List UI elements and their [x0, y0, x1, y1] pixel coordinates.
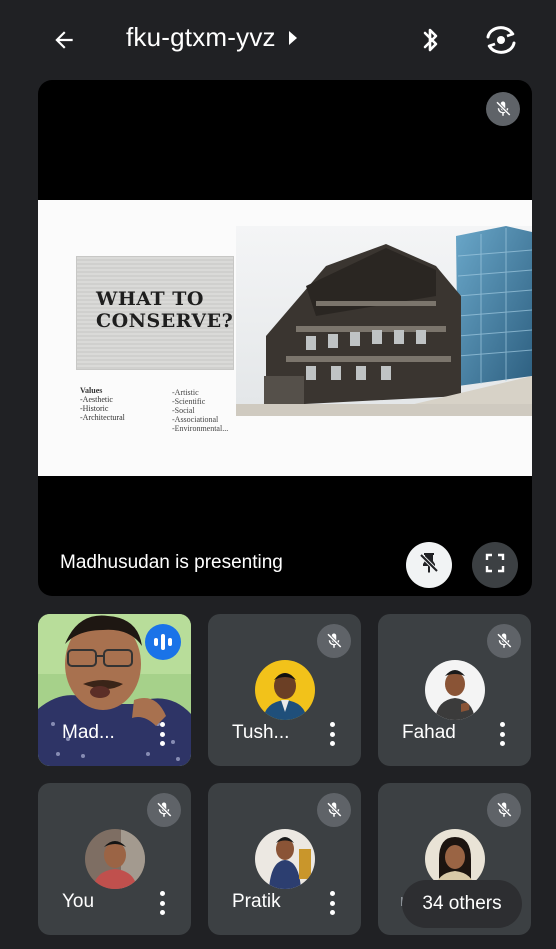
slide-value: -Scientific [172, 397, 206, 406]
avatar [85, 829, 145, 889]
speaking-indicator-icon [145, 624, 181, 660]
fullscreen-button[interactable] [472, 542, 518, 588]
slide-value: -Associational [172, 415, 219, 424]
presentation-mic-off-icon [486, 92, 520, 126]
participant-tile[interactable]: Mad... [38, 614, 191, 766]
avatar [255, 829, 315, 889]
meeting-code: fku-gtxm-yvz [126, 22, 276, 52]
participant-name: Mad... [62, 722, 115, 743]
slide-value: -Artistic [172, 388, 199, 397]
bluetooth-icon[interactable] [412, 20, 450, 60]
slide: WHAT TO CONSERVE? Values -Aesthetic -His… [38, 200, 532, 476]
more-vert-icon[interactable] [157, 891, 167, 915]
unpin-button[interactable] [406, 542, 452, 588]
slide-value: -Historic [80, 404, 109, 413]
presentation-view[interactable]: WHAT TO CONSERVE? Values -Aesthetic -His… [38, 80, 532, 596]
fullscreen-icon [485, 553, 505, 578]
mic-off-icon [487, 624, 521, 658]
participant-tile[interactable]: Pratik [208, 783, 361, 935]
slide-values-title: Values [80, 386, 103, 395]
more-vert-icon[interactable] [327, 722, 337, 746]
mic-off-icon [317, 624, 351, 658]
participant-name: Tush... [232, 722, 290, 743]
participant-name: Pratik [232, 891, 281, 912]
more-vert-icon[interactable] [497, 722, 507, 746]
mic-off-icon [487, 793, 521, 827]
slide-value: -Environmental... [172, 424, 229, 433]
slide-heading-line2: CONSERVE? [96, 310, 234, 332]
top-bar: fku-gtxm-yvz [0, 0, 556, 78]
unpin-icon [417, 551, 441, 580]
mic-off-icon [317, 793, 351, 827]
participant-name: Fahad [402, 722, 456, 743]
slide-value: -Social [172, 406, 195, 415]
others-button[interactable]: 34 others [402, 880, 522, 928]
avatar [425, 660, 485, 720]
caret-right-icon [288, 22, 298, 53]
participant-tile[interactable]: Fahad [378, 614, 531, 766]
mic-off-icon [147, 793, 181, 827]
meeting-code-button[interactable]: fku-gtxm-yvz [126, 22, 298, 53]
avatar [255, 660, 315, 720]
more-vert-icon[interactable] [327, 891, 337, 915]
slide-value: -Architectural [80, 413, 125, 422]
slide-values-right: -Artistic -Scientific -Social -Associati… [172, 388, 228, 433]
slide-heading-line1: WHAT TO [96, 288, 204, 310]
presenting-label: Madhusudan is presenting [60, 552, 283, 573]
more-vert-icon[interactable] [157, 722, 167, 746]
participant-tile[interactable]: Tush... [208, 614, 361, 766]
slide-building-photo [236, 226, 532, 416]
slide-value: -Aesthetic [80, 395, 113, 404]
slide-values-left: Values -Aesthetic -Historic -Architectur… [80, 386, 125, 422]
slide-heading: WHAT TO CONSERVE? [96, 288, 233, 332]
participant-name: You [62, 891, 95, 912]
switch-camera-icon[interactable] [480, 20, 522, 60]
back-arrow-icon[interactable] [44, 20, 84, 60]
participant-tile[interactable]: You [38, 783, 191, 935]
